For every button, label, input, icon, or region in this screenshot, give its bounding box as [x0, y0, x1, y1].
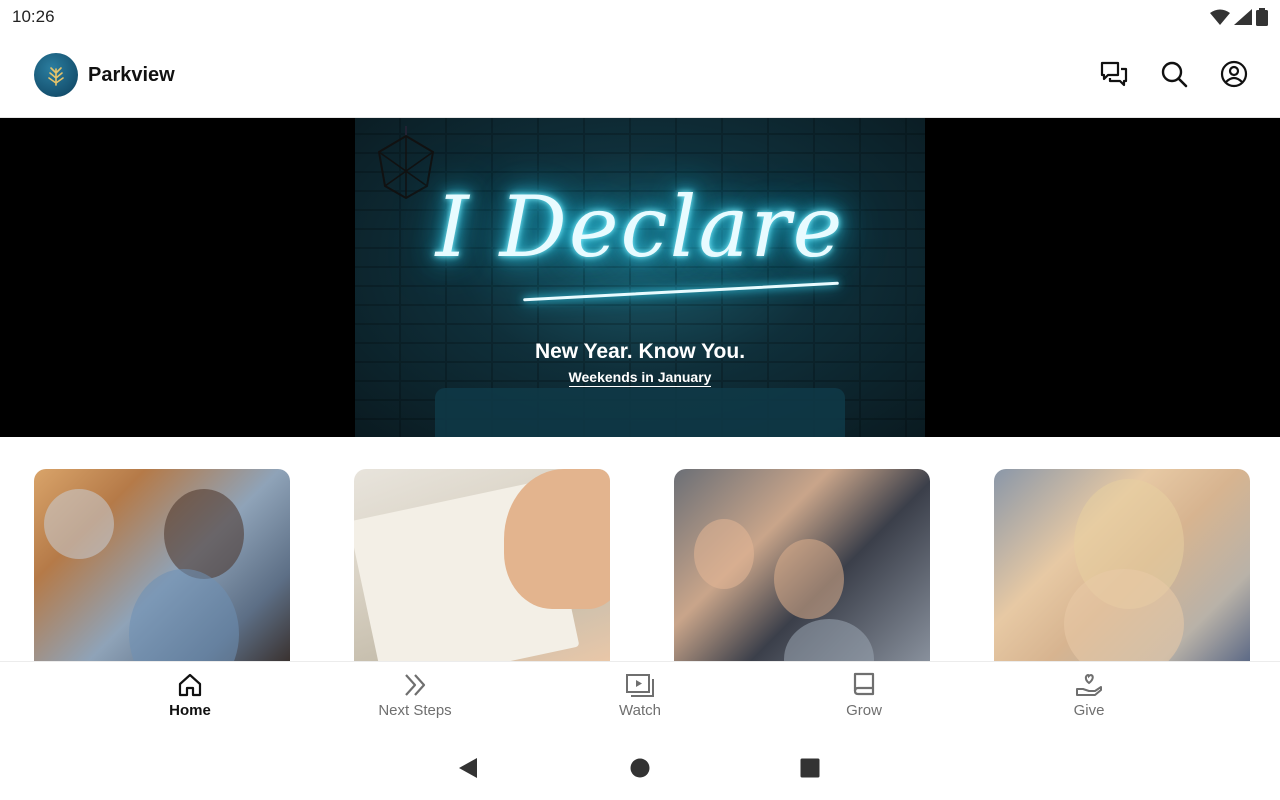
content-cards [0, 469, 1280, 661]
nav-item-watch[interactable]: Watch [580, 672, 700, 732]
wheat-logo-icon [48, 67, 64, 86]
nav-label-next-steps: Next Steps [378, 702, 452, 719]
wifi-icon [1210, 9, 1230, 25]
nav-item-grow[interactable]: Grow [804, 672, 924, 732]
nav-label-give: Give [1073, 702, 1105, 719]
hero-subtitle: New Year. Know You. [534, 340, 746, 363]
photo-figure [129, 569, 239, 661]
status-bar: 10:26 [0, 0, 1280, 34]
home-icon [178, 673, 202, 697]
back-button[interactable] [458, 757, 478, 779]
app-title: Parkview [88, 64, 175, 86]
card-journal-photo[interactable] [354, 469, 610, 661]
photo-figure [784, 619, 874, 661]
hero-banner[interactable]: I Declare New Year. Know You. Weekends i… [0, 118, 1280, 437]
photo-figure [694, 519, 754, 589]
account-icon [1220, 60, 1248, 88]
app-actions [1098, 58, 1250, 90]
system-navigation-bar [0, 737, 1280, 800]
nav-label-watch: Watch [619, 702, 661, 719]
card-people-photo[interactable] [34, 469, 290, 661]
hand-shape [504, 469, 610, 609]
hero-caption-text: Weekends in January [568, 369, 712, 387]
app-bar: Parkview [0, 34, 1280, 118]
book-icon [853, 672, 875, 696]
photo-figure [44, 489, 114, 559]
search-icon [1161, 61, 1188, 88]
chat-icon [1100, 61, 1128, 87]
double-chevron-icon [405, 674, 426, 696]
account-button[interactable] [1218, 58, 1250, 90]
nav-item-give[interactable]: Give [1029, 672, 1149, 732]
parkview-logo[interactable] [34, 53, 78, 97]
home-button[interactable] [630, 757, 650, 779]
card-teens-photo[interactable] [994, 469, 1250, 661]
recents-button[interactable] [800, 757, 820, 779]
sofa-shape [435, 388, 845, 437]
photo-figure [164, 489, 244, 579]
hand-heart-icon [1076, 673, 1102, 696]
video-icon [626, 674, 654, 697]
hero-image: I Declare New Year. Know You. Weekends i… [355, 118, 925, 437]
chat-button[interactable] [1098, 58, 1130, 90]
battery-icon [1256, 8, 1268, 26]
status-time: 10:26 [12, 7, 55, 26]
status-icons [1210, 8, 1268, 26]
nav-item-next-steps[interactable]: Next Steps [355, 672, 475, 732]
bottom-navigation: Home Next Steps Watch Grow Give [0, 661, 1280, 737]
signal-icon [1234, 9, 1252, 25]
photo-figure [774, 539, 844, 619]
hero-neon-title: I Declare [435, 178, 845, 276]
card-kids-photo[interactable] [674, 469, 930, 661]
search-button[interactable] [1158, 58, 1190, 90]
nav-label-grow: Grow [846, 702, 882, 719]
nav-label-home: Home [169, 702, 211, 719]
nav-item-home[interactable]: Home [130, 672, 250, 732]
hero-caption: Weekends in January [355, 369, 925, 387]
